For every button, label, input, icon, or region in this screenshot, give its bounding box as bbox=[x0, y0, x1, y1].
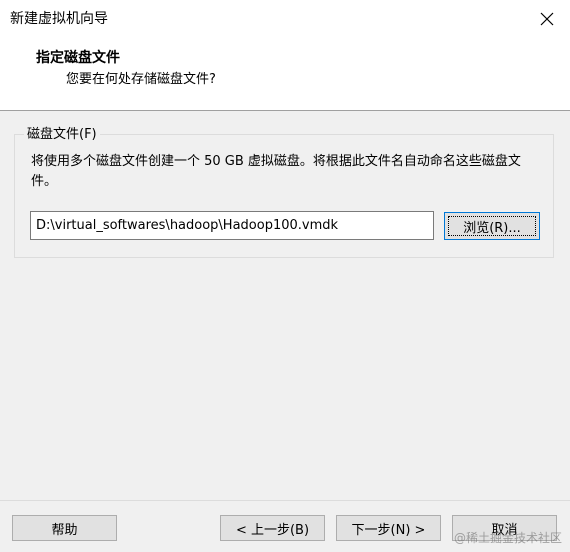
page-title: 指定磁盘文件 bbox=[36, 50, 120, 66]
browse-button[interactable]: 浏览(R)... bbox=[444, 212, 540, 240]
close-icon bbox=[540, 12, 554, 26]
help-button[interactable]: 帮助 bbox=[12, 515, 117, 541]
disk-file-group-label: 磁盘文件(F) bbox=[24, 126, 100, 144]
disk-file-path-input[interactable] bbox=[30, 211, 434, 240]
next-button[interactable]: 下一步(N) > bbox=[336, 515, 441, 541]
footer-divider bbox=[0, 500, 570, 501]
page-subtitle: 您要在何处存储磁盘文件? bbox=[66, 72, 216, 87]
close-button[interactable] bbox=[524, 0, 570, 38]
wizard-header: 指定磁盘文件 您要在何处存储磁盘文件? bbox=[0, 38, 570, 111]
window-title: 新建虚拟机向导 bbox=[10, 11, 108, 27]
browse-button-label: 浏览(R)... bbox=[463, 220, 521, 236]
cancel-button[interactable]: 取消 bbox=[452, 515, 557, 541]
back-button[interactable]: < 上一步(B) bbox=[220, 515, 325, 541]
title-bar: 新建虚拟机向导 bbox=[0, 0, 570, 38]
disk-file-description: 将使用多个磁盘文件创建一个 50 GB 虚拟磁盘。将根据此文件名自动命名这些磁盘… bbox=[31, 154, 521, 189]
